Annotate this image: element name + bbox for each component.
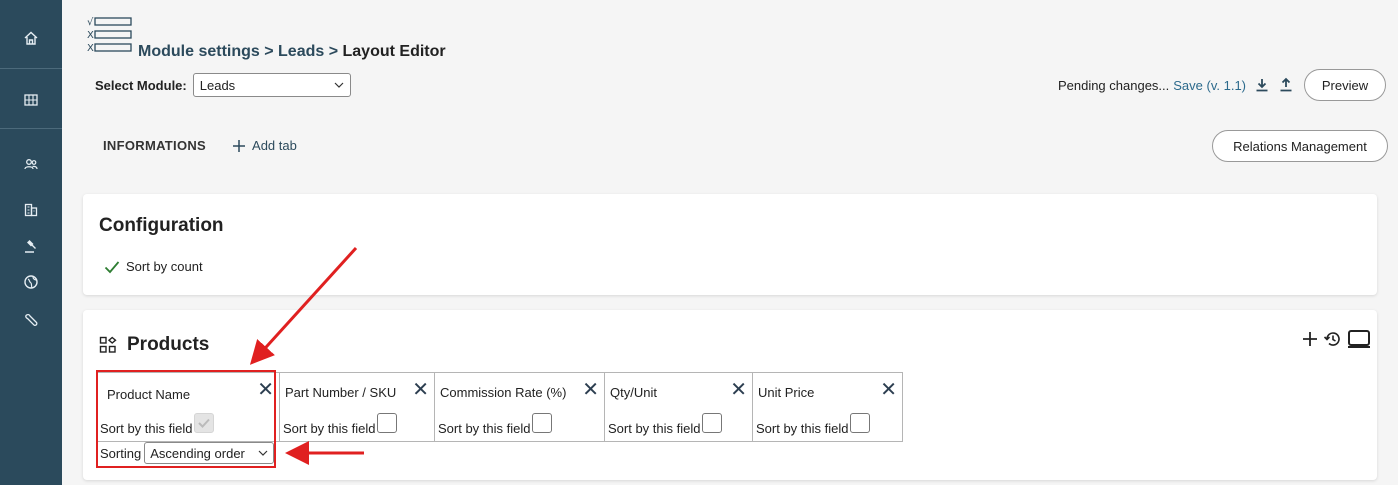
annotation-arrow-diagonal [249,246,358,365]
annotation-arrows [249,246,364,465]
